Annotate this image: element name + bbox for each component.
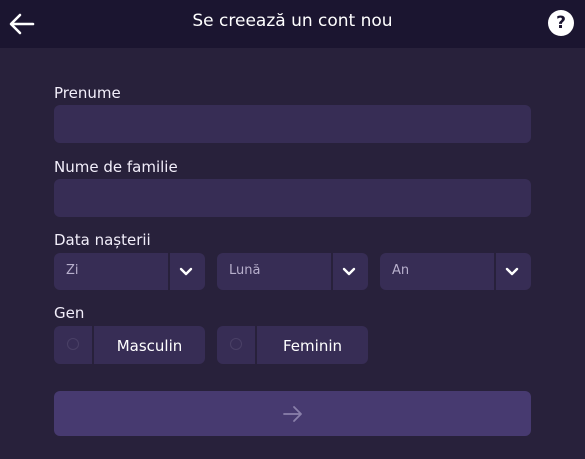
gender-option-label: Feminin (283, 337, 342, 355)
help-button[interactable]: ? (548, 10, 574, 36)
gender-option-label: Masculin (116, 337, 183, 355)
gender-option-feminin[interactable]: Feminin (217, 326, 368, 364)
top-bar: Se creează un cont nou ? (0, 0, 585, 48)
day-select[interactable]: Zi (54, 253, 205, 290)
year-select[interactable]: An (380, 253, 531, 290)
day-select-value: Zi (66, 263, 79, 278)
month-select-value: Lună (229, 263, 261, 278)
chevron-down-icon (505, 267, 519, 276)
select-divider (331, 253, 333, 290)
page-title: Se creează un cont nou (192, 11, 393, 31)
chevron-down-icon (342, 267, 356, 276)
arrow-right-icon (283, 406, 302, 422)
first-name-input[interactable] (54, 105, 531, 143)
gender-option-masculin[interactable]: Masculin (54, 326, 205, 364)
year-select-value: An (392, 263, 410, 278)
last-name-input[interactable] (54, 179, 531, 217)
birth-date-label: Data nașterii (54, 231, 151, 249)
submit-button[interactable] (54, 391, 531, 436)
gender-label: Gen (54, 304, 85, 322)
radio-circle-icon (67, 338, 79, 350)
select-divider (494, 253, 496, 290)
select-divider (168, 253, 170, 290)
chevron-down-icon (179, 267, 193, 276)
month-select[interactable]: Lună (217, 253, 368, 290)
last-name-label: Nume de familie (54, 158, 178, 176)
first-name-label: Prenume (54, 84, 121, 102)
radio-circle-icon (230, 338, 242, 350)
